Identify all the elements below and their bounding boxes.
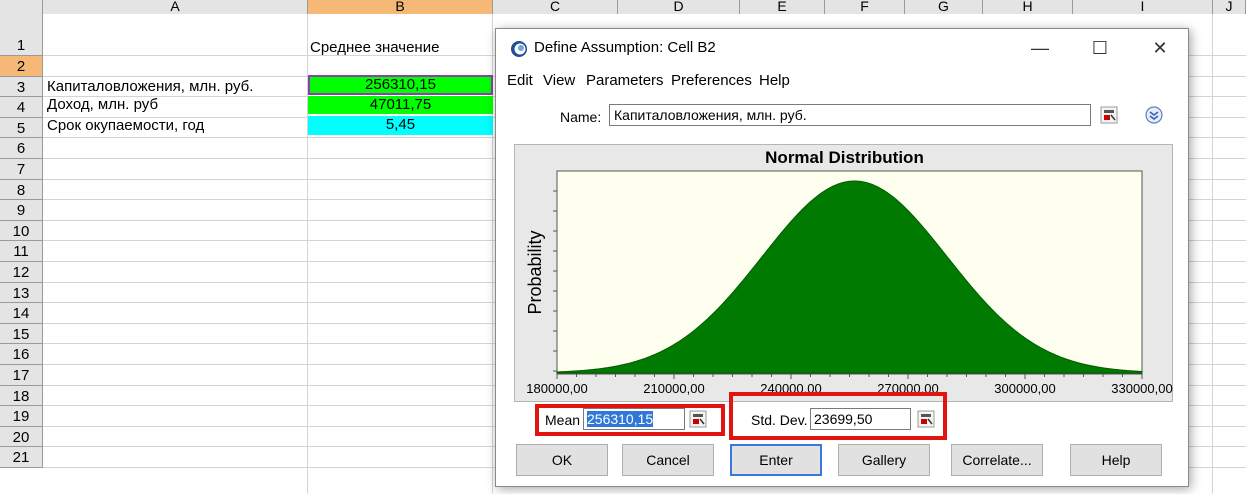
row-header-11[interactable]: 11	[0, 241, 43, 262]
select-all-corner[interactable]	[0, 0, 43, 14]
enter-button[interactable]: Enter	[730, 444, 822, 476]
name-input[interactable]: Капиталовложения, млн. руб.	[609, 104, 1091, 126]
column-header-a[interactable]: A	[43, 0, 308, 14]
help-button[interactable]: Help	[1070, 444, 1162, 476]
column-header-f[interactable]: F	[825, 0, 905, 14]
row-header-13[interactable]: 13	[0, 282, 43, 304]
cell-a2[interactable]: Капиталовложения, млн. руб.	[47, 77, 253, 96]
minimize-button[interactable]: —	[1020, 35, 1060, 61]
row-header-18[interactable]: 18	[0, 385, 43, 407]
close-button[interactable]: ✕	[1140, 35, 1180, 61]
row-header-2[interactable]: 2	[0, 56, 43, 77]
row-header-5[interactable]: 5	[0, 117, 43, 139]
mean-highlight-box	[535, 404, 725, 436]
chart-plot: Probability180000,00 210000,00 240000,00 27…	[525, 170, 1173, 396]
ok-button[interactable]: OK	[516, 444, 608, 476]
column-header-d[interactable]: D	[618, 0, 740, 14]
row-header-17[interactable]: 17	[0, 365, 43, 386]
row-header-3[interactable]: 3	[0, 76, 43, 98]
menu-bar: Edit View Parameters Preferences Help	[496, 69, 1188, 93]
row-header-12[interactable]: 12	[0, 262, 43, 283]
row-header-10[interactable]: 10	[0, 220, 43, 242]
row-header-15[interactable]: 15	[0, 323, 43, 345]
cancel-button[interactable]: Cancel	[622, 444, 714, 476]
menu-view[interactable]: View	[543, 72, 575, 89]
row-header-19[interactable]: 19	[0, 406, 43, 427]
row-header-9[interactable]: 9	[0, 200, 43, 221]
column-header-i[interactable]: I	[1073, 0, 1213, 14]
x-axis-tick-label: 210000,00	[643, 381, 704, 396]
expand-chevrons-icon[interactable]	[1144, 105, 1164, 125]
row-header-4[interactable]: 4	[0, 97, 43, 118]
dialog-titlebar[interactable]: Define Assumption: Cell B2 — ☐ ✕	[496, 29, 1188, 67]
crystal-ball-logo-icon	[511, 41, 527, 57]
cell-b3[interactable]: 47011,75	[308, 96, 493, 114]
column-header-g[interactable]: G	[905, 0, 983, 14]
cell-a3[interactable]: Доход, млн. руб	[47, 95, 158, 114]
row-header-21[interactable]: 21	[0, 447, 43, 468]
column-header-h[interactable]: H	[983, 0, 1073, 14]
x-axis-tick-label: 300000,00	[994, 381, 1055, 396]
row-header-8[interactable]: 8	[0, 179, 43, 201]
correlate-button[interactable]: Correlate...	[951, 444, 1043, 476]
row-header-16[interactable]: 16	[0, 344, 43, 365]
row-header-14[interactable]: 14	[0, 303, 43, 324]
row-header-20[interactable]: 20	[0, 426, 43, 448]
y-axis-label: Probability	[525, 230, 545, 314]
column-header-e[interactable]: E	[740, 0, 825, 14]
dialog-title: Define Assumption: Cell B2	[534, 39, 716, 56]
cell-b2[interactable]: 256310,15	[308, 75, 493, 95]
column-header-j[interactable]: J	[1213, 0, 1246, 14]
cell-b1[interactable]: Среднее значение	[310, 38, 439, 57]
menu-help[interactable]: Help	[759, 72, 790, 89]
cell-a4[interactable]: Срок окупаемости, год	[47, 116, 204, 135]
gridline	[1212, 14, 1213, 494]
std-dev-highlight-box	[729, 392, 947, 440]
x-axis-tick-label: 180000,00	[526, 381, 587, 396]
row-header-1[interactable]: 1	[0, 14, 43, 56]
row-header-6[interactable]: 6	[0, 138, 43, 159]
gallery-button[interactable]: Gallery	[838, 444, 930, 476]
column-header-c[interactable]: C	[493, 0, 618, 14]
define-assumption-dialog: Define Assumption: Cell B2 — ☐ ✕ Edit Vi…	[495, 28, 1189, 487]
name-label: Name:	[560, 109, 602, 125]
menu-parameters[interactable]: Parameters	[586, 72, 664, 89]
menu-edit[interactable]: Edit	[507, 72, 533, 89]
menu-preferences[interactable]: Preferences	[671, 72, 752, 89]
maximize-button[interactable]: ☐	[1080, 35, 1120, 61]
x-axis-tick-label: 330000,00	[1111, 381, 1172, 396]
row-header-7[interactable]: 7	[0, 159, 43, 180]
cell-reference-icon[interactable]	[1100, 106, 1118, 124]
column-header-b[interactable]: B	[308, 0, 493, 14]
distribution-chart: Normal Distribution Probability 180000,00…	[514, 144, 1173, 402]
cell-b4[interactable]: 5,45	[308, 116, 493, 135]
